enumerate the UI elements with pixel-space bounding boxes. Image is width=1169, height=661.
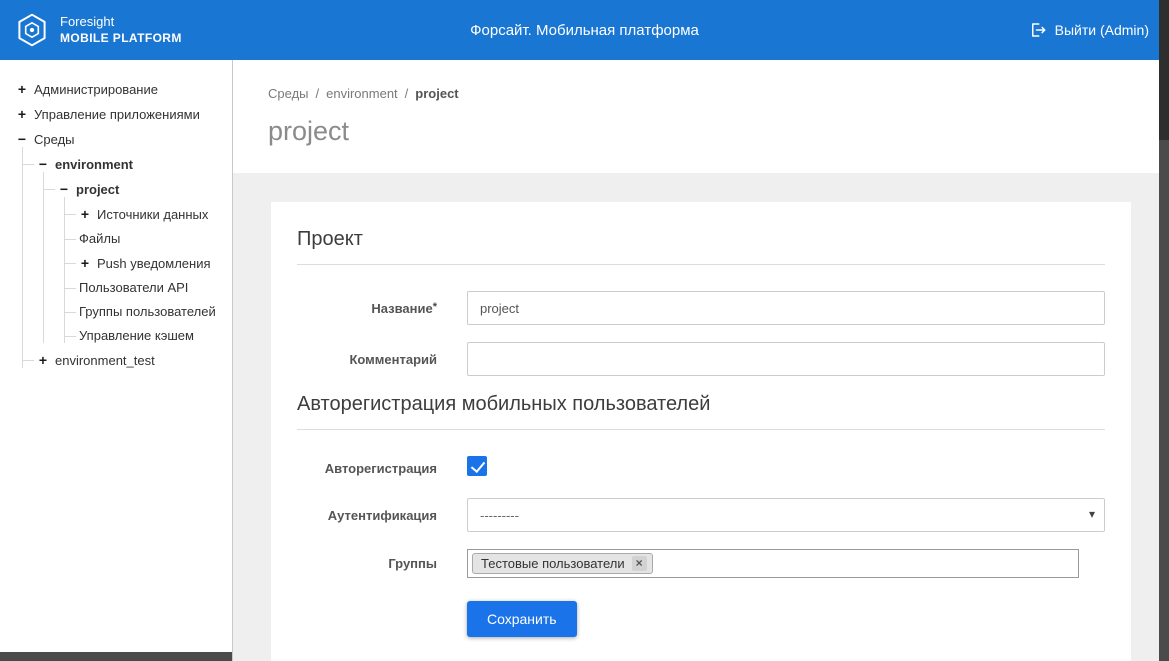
expand-icon[interactable]: + — [16, 106, 28, 122]
comment-label: Комментарий — [297, 352, 437, 367]
collapse-icon[interactable]: − — [37, 156, 49, 172]
name-input[interactable] — [467, 291, 1105, 325]
tree-label[interactable]: Файлы — [79, 231, 120, 246]
page-header: Среды / environment / project project — [233, 60, 1169, 173]
comment-input[interactable] — [467, 342, 1105, 376]
section-title-autoregistration: Авторегистрация мобильных пользователей — [297, 393, 1105, 430]
breadcrumb-separator: / — [316, 86, 320, 101]
authentication-select-wrap: --------- — [467, 498, 1105, 532]
tree-label[interactable]: Управление кэшем — [79, 328, 194, 343]
page-title: project — [268, 116, 1169, 147]
tree-item-environment[interactable]: − environment − project — [23, 147, 232, 343]
brand-home-link[interactable]: Foresight MOBILE PLATFORM — [14, 12, 182, 48]
foresight-logo-icon — [14, 12, 50, 48]
breadcrumb-current: project — [415, 86, 458, 101]
tree-item-project[interactable]: − project + Источники данных — [44, 172, 232, 343]
tree-item-user-groups[interactable]: Группы пользователей — [65, 295, 232, 319]
groups-label: Группы — [297, 556, 437, 571]
breadcrumb-separator: / — [405, 86, 409, 101]
logout-icon — [1029, 21, 1047, 39]
sidebar-horizontal-scrollbar[interactable] — [0, 652, 233, 661]
groups-row: Группы Тестовые пользователи × — [297, 549, 1105, 578]
main-content: Среды / environment / project project Пр… — [233, 60, 1169, 661]
tree-label[interactable]: Управление приложениями — [34, 107, 200, 122]
expand-icon[interactable]: + — [79, 206, 91, 222]
name-label-text: Название — [371, 301, 432, 316]
tree-item-environments[interactable]: − Среды − environment — [16, 122, 232, 368]
section-title-project: Проект — [297, 228, 1105, 265]
expand-icon[interactable]: + — [16, 81, 28, 97]
content-area: Проект Название* Комментарий — [233, 173, 1169, 661]
top-bar: Foresight MOBILE PLATFORM Форсайт. Мобил… — [0, 0, 1169, 60]
expand-icon[interactable]: + — [37, 352, 49, 368]
autoregistration-label: Авторегистрация — [297, 461, 437, 476]
collapse-icon[interactable]: − — [58, 181, 70, 197]
breadcrumb: Среды / environment / project — [268, 86, 1169, 101]
logout-button[interactable]: Выйти (Admin) — [1029, 21, 1149, 39]
save-button[interactable]: Сохранить — [467, 601, 577, 637]
brand-name: Foresight — [60, 14, 182, 30]
logout-label: Выйти (Admin) — [1055, 22, 1149, 38]
actions-row: Сохранить — [297, 595, 1105, 637]
tree-item-app-management[interactable]: + Управление приложениями — [16, 97, 232, 122]
tree-item-files[interactable]: Файлы — [65, 222, 232, 246]
tree-label[interactable]: Источники данных — [97, 207, 208, 222]
tree-label[interactable]: Администрирование — [34, 82, 158, 97]
breadcrumb-environment[interactable]: environment — [326, 86, 398, 101]
authentication-row: Аутентификация --------- — [297, 498, 1105, 532]
tree-item-administration[interactable]: + Администрирование — [16, 72, 232, 97]
remove-tag-icon[interactable]: × — [632, 556, 647, 571]
breadcrumb-environments[interactable]: Среды — [268, 86, 309, 101]
brand-subtitle: MOBILE PLATFORM — [60, 31, 182, 46]
autoregistration-row: Авторегистрация — [297, 456, 1105, 481]
group-tag-label: Тестовые пользователи — [481, 556, 625, 571]
groups-multiselect[interactable]: Тестовые пользователи × — [467, 549, 1079, 578]
tree-label[interactable]: Среды — [34, 132, 75, 147]
authentication-label: Аутентификация — [297, 508, 437, 523]
tree-item-datasources[interactable]: + Источники данных — [65, 197, 232, 222]
nav-tree: + Администрирование + Управление приложе… — [0, 60, 232, 368]
expand-icon[interactable]: + — [79, 255, 91, 271]
name-label: Название* — [297, 301, 437, 316]
tree-item-push-notifications[interactable]: + Push уведомления — [65, 246, 232, 271]
group-tag: Тестовые пользователи × — [472, 553, 653, 574]
tree-item-api-users[interactable]: Пользователи API — [65, 271, 232, 295]
vertical-scrollbar-thumb[interactable] — [1159, 0, 1169, 140]
required-asterisk: * — [433, 301, 437, 313]
sidebar: + Администрирование + Управление приложе… — [0, 60, 233, 661]
collapse-icon[interactable]: − — [16, 131, 28, 147]
vertical-scrollbar[interactable] — [1159, 0, 1169, 661]
tree-label[interactable]: Push уведомления — [97, 256, 211, 271]
tree-label[interactable]: environment_test — [55, 353, 155, 368]
name-row: Название* — [297, 291, 1105, 325]
tree-label[interactable]: Группы пользователей — [79, 304, 216, 319]
tree-label[interactable]: environment — [55, 157, 133, 172]
tree-label[interactable]: Пользователи API — [79, 280, 188, 295]
comment-row: Комментарий — [297, 342, 1105, 376]
autoregistration-checkbox[interactable] — [467, 456, 487, 476]
tree-item-environment-test[interactable]: + environment_test — [23, 343, 232, 368]
tree-label[interactable]: project — [76, 182, 119, 197]
authentication-select[interactable]: --------- — [467, 498, 1105, 532]
app-window: Foresight MOBILE PLATFORM Форсайт. Мобил… — [0, 0, 1169, 661]
main-layout: + Администрирование + Управление приложе… — [0, 60, 1169, 661]
project-form-card: Проект Название* Комментарий — [271, 202, 1131, 661]
tree-item-cache-management[interactable]: Управление кэшем — [65, 319, 232, 343]
brand-text: Foresight MOBILE PLATFORM — [60, 14, 182, 45]
